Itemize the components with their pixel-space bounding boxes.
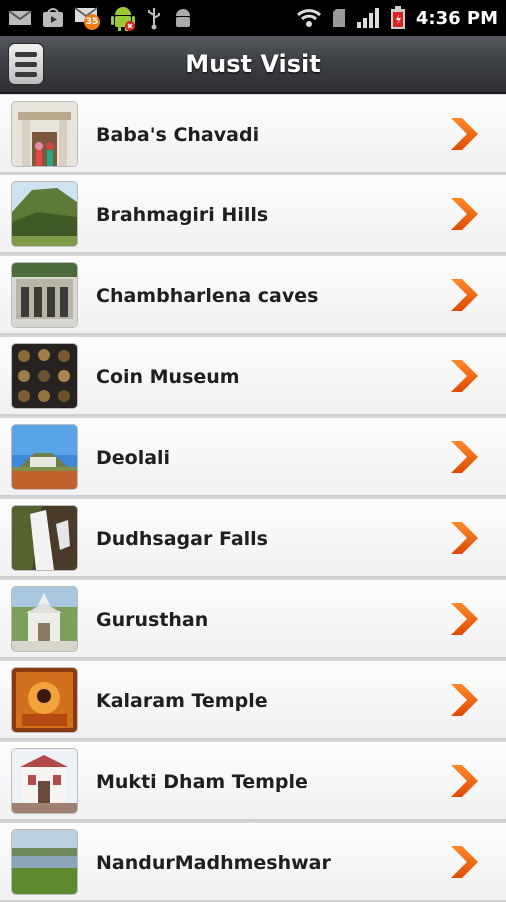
sd-card-icon xyxy=(332,8,346,28)
list-item-coin-museum[interactable]: Coin Museum xyxy=(0,337,506,416)
thumbnail-image xyxy=(12,749,77,813)
chevron-right-icon xyxy=(451,846,478,878)
thumbnail-image xyxy=(12,830,77,894)
list-item-label: Gurusthan xyxy=(96,608,209,631)
list-item-label: Coin Museum xyxy=(96,365,240,388)
chevron-right-icon xyxy=(451,360,478,392)
places-list: Baba's Chavadi Brahmagiri Hills Chambhar… xyxy=(0,94,506,902)
chevron-right-icon xyxy=(451,603,478,635)
list-item-mukti-dham-temple[interactable]: Mukti Dham Temple xyxy=(0,742,506,821)
wifi-icon xyxy=(296,7,322,29)
list-item-deolali[interactable]: Deolali xyxy=(0,418,506,497)
thumbnail-image xyxy=(12,506,77,570)
list-item-nandurmadhmeshwar[interactable]: NandurMadhmeshwar xyxy=(0,823,506,902)
status-bar: 35 4:36 PM xyxy=(0,0,506,36)
thumbnail-image xyxy=(12,344,77,408)
system-tray: 4:36 PM xyxy=(296,6,498,30)
signal-icon xyxy=(356,7,380,29)
mail-icon xyxy=(8,9,32,27)
chevron-right-icon xyxy=(451,522,478,554)
thumbnail-image xyxy=(12,102,77,166)
play-store-icon xyxy=(42,8,64,28)
notification-count-badge: 35 xyxy=(84,14,100,30)
list-item-gurusthan[interactable]: Gurusthan xyxy=(0,580,506,659)
list-item-label: Baba's Chavadi xyxy=(96,123,260,146)
chevron-right-icon xyxy=(451,118,478,150)
list-item-kalaram-temple[interactable]: Kalaram Temple xyxy=(0,661,506,740)
thumbnail-image xyxy=(12,182,77,246)
notification-area: 35 xyxy=(8,4,194,32)
list-item-label: Brahmagiri Hills xyxy=(96,203,269,226)
thumbnail-image xyxy=(12,425,77,489)
list-item-label: NandurMadhmeshwar xyxy=(96,851,331,874)
list-item-label: Dudhsagar Falls xyxy=(96,527,268,550)
list-item-label: Chambharlena caves xyxy=(96,284,319,307)
chevron-right-icon xyxy=(451,198,478,230)
list-item-brahmagiri-hills[interactable]: Brahmagiri Hills xyxy=(0,175,506,254)
list-item-label: Mukti Dham Temple xyxy=(96,770,308,793)
app-header: Must Visit xyxy=(0,36,506,94)
thumbnail-image xyxy=(12,668,77,732)
chevron-right-icon xyxy=(451,765,478,797)
list-item-label: Kalaram Temple xyxy=(96,689,268,712)
battery-icon xyxy=(390,6,406,30)
clock: 4:36 PM xyxy=(415,7,498,29)
android-debug-icon xyxy=(172,7,194,29)
android-icon xyxy=(110,4,136,32)
list-item-dudhsagar-falls[interactable]: Dudhsagar Falls xyxy=(0,499,506,578)
list-item-babas-chavadi[interactable]: Baba's Chavadi xyxy=(0,95,506,174)
list-item-chambharlena-caves[interactable]: Chambharlena caves xyxy=(0,256,506,335)
thumbnail-image xyxy=(12,587,77,651)
usb-icon xyxy=(146,6,162,30)
chevron-right-icon xyxy=(451,279,478,311)
page-title: Must Visit xyxy=(185,50,321,78)
chevron-right-icon xyxy=(451,684,478,716)
thumbnail-image xyxy=(12,263,77,327)
list-item-label: Deolali xyxy=(96,446,171,469)
mail-badge-icon: 35 xyxy=(74,5,100,31)
chevron-right-icon xyxy=(451,441,478,473)
